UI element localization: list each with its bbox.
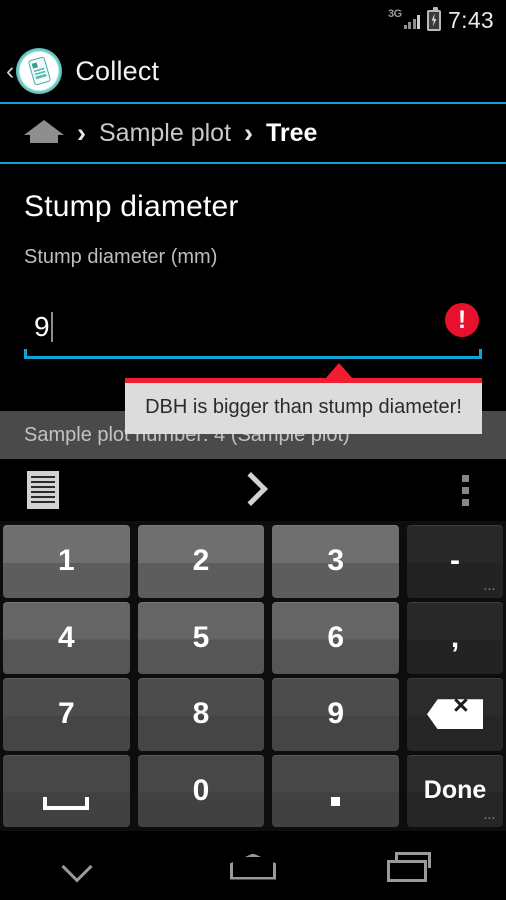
key-label: 5 bbox=[192, 620, 210, 654]
key-long-press-hint: ... bbox=[483, 580, 497, 593]
key-period[interactable] bbox=[272, 754, 400, 827]
key-long-press-hint: ... bbox=[483, 810, 497, 822]
home-outline-icon bbox=[229, 853, 276, 880]
validation-message: DBH is bigger than stump diameter! bbox=[145, 396, 462, 418]
key-6[interactable]: 6 bbox=[272, 601, 400, 674]
key-backspace[interactable] bbox=[407, 678, 504, 751]
input-value-text: 9 bbox=[24, 307, 482, 347]
key-4[interactable]: 4 bbox=[3, 601, 130, 674]
app-title: Collect bbox=[75, 55, 160, 86]
error-mark: ! bbox=[457, 305, 467, 334]
key-label: 2 bbox=[192, 544, 210, 578]
key-2[interactable]: 2 bbox=[137, 525, 265, 598]
key-label: 9 bbox=[327, 697, 345, 731]
key-8[interactable]: 8 bbox=[137, 678, 265, 751]
tooltip-pointer bbox=[325, 363, 353, 379]
breadcrumb-item-tree[interactable]: Tree bbox=[266, 119, 317, 148]
charging-bolt-icon bbox=[431, 13, 437, 27]
text-cursor bbox=[50, 312, 53, 342]
home-button[interactable] bbox=[208, 842, 298, 890]
signal-bars-icon: 3G bbox=[388, 8, 421, 31]
key-minus[interactable]: -... bbox=[407, 525, 504, 598]
key-5[interactable]: 5 bbox=[137, 601, 265, 674]
key-label: Done bbox=[423, 776, 487, 805]
validation-tooltip: DBH is bigger than stump diameter! bbox=[125, 378, 482, 434]
breadcrumb-separator-2: › bbox=[244, 117, 254, 148]
key-label: 7 bbox=[57, 697, 75, 731]
keyboard-row-1: 1 2 3 -... bbox=[3, 525, 504, 598]
input-underline bbox=[24, 349, 482, 359]
numeric-keyboard: 1 2 3 -... 4 5 6 , 7 8 9 0 Done... bbox=[0, 521, 506, 831]
error-exclamation-icon[interactable]: ! bbox=[445, 303, 479, 337]
logo-device-glyph bbox=[28, 56, 52, 86]
key-space[interactable] bbox=[3, 754, 130, 827]
key-label: 4 bbox=[57, 620, 75, 654]
key-9[interactable]: 9 bbox=[272, 678, 400, 751]
key-label: 6 bbox=[327, 620, 345, 654]
hide-keyboard-chevron-icon bbox=[61, 850, 93, 883]
input-value: 9 bbox=[34, 311, 50, 342]
key-label: - bbox=[450, 544, 461, 578]
recents-button[interactable] bbox=[377, 842, 467, 890]
recent-apps-icon-front bbox=[386, 859, 427, 882]
app-bar: ‹ Collect bbox=[0, 40, 506, 102]
breadcrumb-separator-1: › bbox=[77, 117, 86, 148]
stump-diameter-input[interactable]: 9 ! bbox=[24, 303, 482, 359]
key-label: 1 bbox=[57, 544, 75, 578]
overflow-menu-icon[interactable] bbox=[462, 474, 469, 506]
collect-app-logo[interactable] bbox=[16, 48, 63, 94]
key-label: , bbox=[450, 620, 460, 654]
key-label: 8 bbox=[192, 697, 210, 731]
keyboard-row-4: 0 Done... bbox=[3, 754, 504, 827]
form-body: Stump diameter Stump diameter (mm) 9 ! bbox=[0, 164, 506, 359]
period-icon bbox=[331, 797, 341, 807]
chevron-right-icon[interactable] bbox=[239, 473, 261, 507]
key-0[interactable]: 0 bbox=[137, 754, 265, 827]
key-7[interactable]: 7 bbox=[3, 678, 130, 751]
device-screen: 3G 7:43 ‹ Collect › Sample plot › Tree S… bbox=[0, 0, 506, 900]
keyboard-row-3: 7 8 9 bbox=[3, 678, 504, 751]
space-bar-icon bbox=[43, 797, 90, 811]
status-bar: 3G 7:43 bbox=[0, 0, 506, 40]
key-label: 3 bbox=[327, 544, 345, 578]
key-done[interactable]: Done... bbox=[407, 754, 504, 827]
document-list-icon[interactable] bbox=[27, 471, 59, 509]
field-label: Stump diameter (mm) bbox=[24, 246, 218, 268]
page-title: Stump diameter bbox=[24, 190, 239, 223]
signal-strength-bars bbox=[403, 15, 421, 29]
hide-keyboard-button[interactable] bbox=[39, 842, 129, 890]
breadcrumb-item-sample-plot[interactable]: Sample plot bbox=[99, 119, 231, 148]
form-toolbar bbox=[0, 459, 506, 521]
clock-label: 7:43 bbox=[448, 6, 494, 33]
key-3[interactable]: 3 bbox=[272, 525, 400, 598]
backspace-icon bbox=[427, 692, 483, 729]
key-1[interactable]: 1 bbox=[3, 525, 130, 598]
battery-charging-icon bbox=[427, 6, 442, 31]
key-comma[interactable]: , bbox=[407, 601, 504, 674]
breadcrumb: › Sample plot › Tree bbox=[0, 104, 506, 162]
up-navigation-caret-icon[interactable]: ‹ bbox=[6, 58, 14, 84]
home-icon[interactable] bbox=[24, 120, 64, 146]
system-navigation-bar bbox=[0, 831, 506, 900]
network-type-label: 3G bbox=[388, 8, 402, 20]
key-label: 0 bbox=[192, 773, 210, 807]
keyboard-row-2: 4 5 6 , bbox=[3, 601, 504, 674]
